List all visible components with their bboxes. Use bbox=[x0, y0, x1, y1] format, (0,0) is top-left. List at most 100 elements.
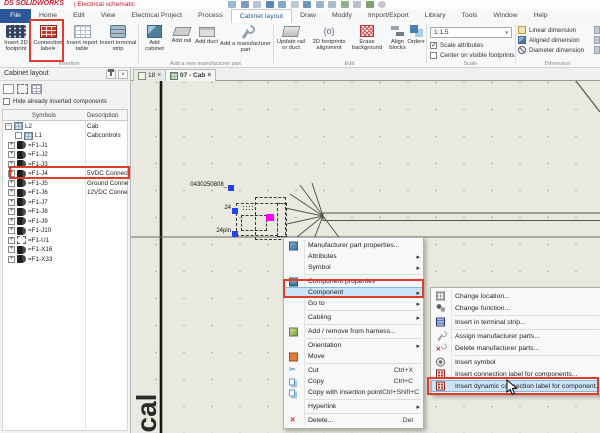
document-icon[interactable] bbox=[3, 84, 14, 94]
quick-access-icon[interactable] bbox=[328, 1, 336, 8]
menu-item-attributes[interactable]: Attributes bbox=[284, 251, 423, 262]
tree-row-f1-j10[interactable]: =F1-J10 bbox=[3, 226, 127, 236]
expand-icon[interactable] bbox=[8, 151, 15, 158]
footprints-alignment-button[interactable]: 2D footprints alignment bbox=[308, 25, 350, 51]
attribute-label[interactable]: 24 bbox=[217, 205, 231, 211]
part-number-label[interactable]: 0430250808_ bbox=[169, 182, 227, 188]
tree-row-f1-j7[interactable]: =F1-J7 bbox=[3, 197, 127, 207]
expand-icon[interactable] bbox=[8, 236, 15, 244]
expand-icon[interactable] bbox=[8, 246, 15, 253]
diameter-dimension-button[interactable]: Diameter dimension bbox=[518, 46, 584, 54]
tree-row-l1[interactable]: L1 Cabcontrols bbox=[3, 131, 127, 141]
add-duct-button[interactable]: Add duct bbox=[194, 25, 219, 45]
tree-row-f1-u1[interactable]: =F1-U1 bbox=[3, 235, 127, 245]
scale-attributes-checkbox[interactable] bbox=[430, 41, 437, 49]
menu-tab-library[interactable]: Library bbox=[417, 9, 454, 23]
menu-tab-modify[interactable]: Modify bbox=[324, 9, 360, 23]
expand-icon[interactable] bbox=[8, 170, 15, 177]
expand-icon[interactable] bbox=[8, 217, 15, 225]
grip-handle[interactable] bbox=[232, 231, 238, 237]
quick-access-icon[interactable] bbox=[290, 1, 299, 8]
row-checkbox[interactable] bbox=[15, 132, 22, 139]
expand-icon[interactable] bbox=[8, 141, 15, 149]
menu-item-hyperlink[interactable]: Hyperlink bbox=[284, 401, 423, 412]
quick-access-icon[interactable] bbox=[278, 1, 286, 8]
menu-tab-process[interactable]: Process bbox=[190, 9, 231, 23]
grip-handle[interactable] bbox=[228, 185, 234, 191]
help-icon[interactable] bbox=[378, 1, 386, 8]
tree-row-f1-j6[interactable]: =F1-J6 12VDC Conne bbox=[3, 188, 128, 198]
tree-row-f1-x16[interactable]: =F1-X16 bbox=[3, 245, 127, 255]
expand-icon[interactable] bbox=[8, 208, 15, 215]
submenu-item-insert-in-terminal-strip[interactable]: Insert in terminal strip... bbox=[431, 316, 600, 328]
menu-tab-cabinet-layout[interactable]: Cabinet layout bbox=[230, 9, 293, 23]
menu-tab-electrical-project[interactable]: Electrical Project bbox=[123, 9, 190, 23]
menu-tab-view[interactable]: View bbox=[93, 9, 124, 23]
menu-item-cabling[interactable]: Cabling bbox=[284, 312, 423, 323]
insert-report-table-button[interactable]: Insert report table bbox=[66, 25, 98, 52]
submenu-item-change-location[interactable]: Change location... bbox=[431, 290, 600, 302]
column-symbols[interactable]: Symbols bbox=[3, 112, 85, 119]
menu-item-cut[interactable]: Cut Ctrl+X bbox=[284, 365, 423, 376]
quick-access-icon[interactable] bbox=[340, 1, 349, 8]
menu-item-copy[interactable]: Copy Ctrl+C bbox=[284, 376, 423, 387]
quick-access-icon[interactable] bbox=[365, 1, 374, 8]
add-cabinet-button[interactable]: Add cabinet bbox=[140, 25, 169, 52]
submenu-item-change-function[interactable]: Change function... bbox=[431, 302, 600, 314]
submenu-item-assign-manufacturer-parts[interactable]: Assign manufacturer parts... bbox=[431, 330, 600, 342]
quick-access-icon[interactable] bbox=[228, 1, 236, 8]
menu-item-copy-with-insertion-point[interactable]: Copy with insertion point Ctrl+Shift+C bbox=[284, 387, 423, 398]
tree-row-f1-j1[interactable]: =F1-J1 bbox=[3, 140, 127, 150]
expand-icon[interactable] bbox=[8, 255, 15, 263]
submenu-item-insert-symbol[interactable]: Insert symbol bbox=[431, 356, 600, 368]
close-tab-icon[interactable] bbox=[207, 72, 211, 79]
collapse-icon[interactable] bbox=[5, 122, 12, 130]
tree-row-f1-j9[interactable]: =F1-J9 bbox=[3, 216, 127, 226]
menu-tab-edit[interactable]: Edit bbox=[65, 9, 93, 23]
attribute-label[interactable]: 24pin bbox=[203, 228, 231, 234]
table-icon[interactable] bbox=[31, 84, 42, 94]
dashed-selection-icon[interactable] bbox=[17, 84, 28, 94]
menu-tab-file[interactable]: File bbox=[0, 9, 31, 23]
menu-item-move[interactable]: Move bbox=[284, 351, 423, 362]
menu-tab-window[interactable]: Window bbox=[485, 9, 525, 23]
menu-item-manufacturer-part-properties[interactable]: Manufacturer part properties... bbox=[284, 240, 423, 251]
scale-dropdown[interactable]: 1:1.5 bbox=[430, 27, 512, 38]
expand-icon[interactable] bbox=[8, 227, 15, 234]
quick-access-icon[interactable] bbox=[315, 1, 324, 8]
menu-tab-draw[interactable]: Draw bbox=[292, 9, 324, 23]
menu-item-symbol[interactable]: Symbol bbox=[284, 262, 423, 273]
column-description[interactable]: Description bbox=[87, 112, 119, 119]
menu-tab-tools[interactable]: Tools bbox=[454, 9, 486, 23]
tree-row-f1-j3[interactable]: =F1-J3 bbox=[3, 159, 127, 169]
insert-terminal-strip-button[interactable]: Insert terminal strip bbox=[99, 25, 137, 52]
quick-access-icon[interactable] bbox=[303, 1, 311, 8]
expand-icon[interactable] bbox=[8, 160, 15, 168]
quick-access-icon[interactable] bbox=[240, 1, 249, 8]
quick-access-icon[interactable] bbox=[253, 1, 261, 8]
insert-2d-footprint-button[interactable]: Insert 2D footprint bbox=[1, 25, 31, 52]
selection-handle[interactable] bbox=[266, 214, 274, 221]
menu-item-go-to[interactable]: Go to bbox=[284, 298, 423, 309]
menu-item-orientation[interactable]: Orientation bbox=[284, 340, 423, 351]
document-tab-18[interactable]: 18 bbox=[133, 69, 167, 81]
erase-background-button[interactable]: Erase background bbox=[350, 25, 384, 51]
add-manufacturer-part-button[interactable]: Add a manufacturer part bbox=[219, 25, 272, 53]
menu-tab-import-export[interactable]: Import/Export bbox=[360, 9, 417, 23]
center-footprints-checkbox[interactable] bbox=[430, 52, 437, 59]
expand-icon[interactable] bbox=[8, 189, 15, 196]
menu-item-component[interactable]: Component bbox=[284, 287, 423, 298]
menu-item-delete[interactable]: Delete... Del bbox=[284, 414, 423, 426]
menu-item-component-properties[interactable]: Component properties bbox=[284, 276, 423, 287]
hide-inserted-checkbox[interactable] bbox=[3, 98, 10, 105]
tree-row-f1-j4[interactable]: =F1-J4 5VDC Connect bbox=[3, 169, 128, 179]
footprint-outline[interactable] bbox=[241, 215, 267, 231]
aligned-dimension-button[interactable]: Aligned dimension bbox=[518, 36, 580, 44]
menu-item-add-remove-harness[interactable]: Add / remove from harness... bbox=[284, 326, 423, 337]
footprint-outline[interactable] bbox=[277, 203, 287, 237]
menu-tab-home[interactable]: Home bbox=[31, 9, 65, 23]
quick-access-icon[interactable] bbox=[265, 1, 274, 8]
submenu-item-delete-manufacturer-parts[interactable]: Delete manufacturer parts... bbox=[431, 342, 600, 354]
tree-row-f1-x33[interactable]: =F1-X33 bbox=[3, 254, 127, 264]
tree-row-f1-j2[interactable]: =F1-J2 bbox=[3, 150, 127, 160]
